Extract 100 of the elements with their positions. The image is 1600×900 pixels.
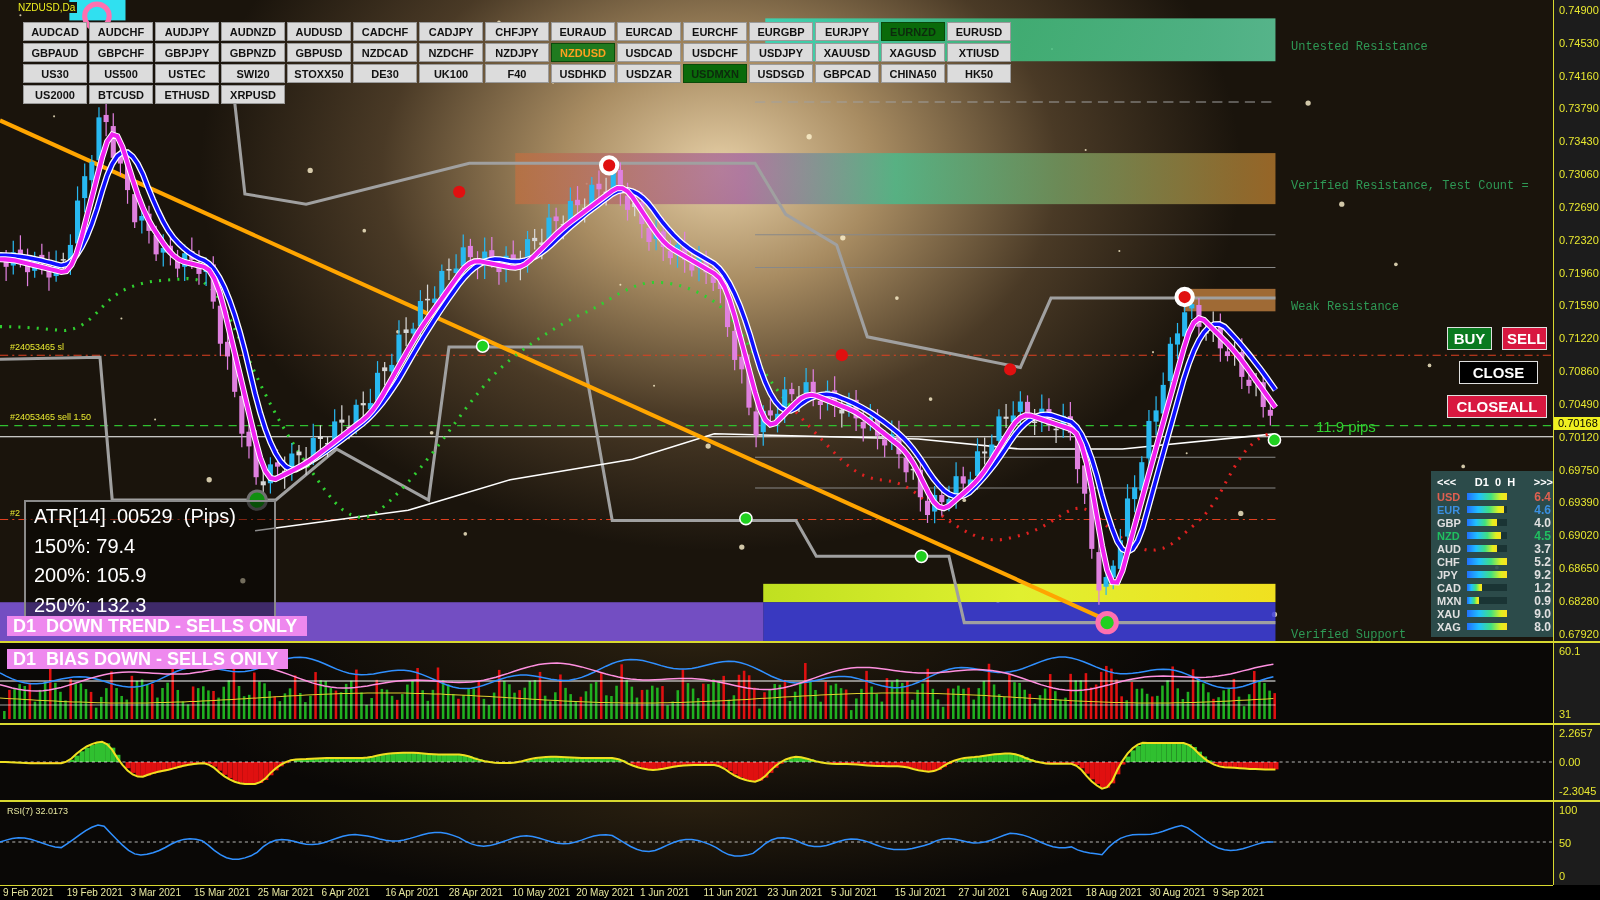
symbol-button[interactable]: DE30 [353, 64, 417, 83]
symbol-button[interactable]: AUDCAD [23, 22, 87, 41]
symbol-button[interactable]: AUDUSD [287, 22, 351, 41]
symbol-button[interactable]: EURCHF [683, 22, 747, 41]
symbol-button[interactable]: XRPUSD [221, 85, 285, 104]
sell-button[interactable]: SELL [1502, 327, 1547, 350]
symbol-button[interactable]: EURJPY [815, 22, 879, 41]
currency-label: CHF [1437, 555, 1461, 568]
symbol-button[interactable]: US30 [23, 64, 87, 83]
symbol-button[interactable]: USDHKD [551, 64, 615, 83]
swing-high-marker [1174, 286, 1195, 308]
symbol-button[interactable]: AUDNZD [221, 22, 285, 41]
close-all-button[interactable]: CLOSEALL [1447, 395, 1547, 418]
symbol-button[interactable]: GBPAUD [23, 43, 87, 62]
strength-value: 3.7 [1534, 541, 1552, 556]
atr-text: 200%: 105.9 [34, 563, 148, 588]
symbol-button[interactable]: AUDCHF [89, 22, 153, 41]
symbol-button[interactable]: NZDJPY [485, 43, 549, 62]
price-label: 0.71220 [1558, 332, 1600, 346]
strength-value: 4.5 [1534, 528, 1552, 543]
symbol-button[interactable]: F40 [485, 64, 549, 83]
next-arrow[interactable]: >>> [1533, 476, 1553, 488]
previous-arrow[interactable]: <<< [1437, 476, 1457, 488]
axis-label: 0.00 [1558, 756, 1582, 769]
price-label: 0.69750 [1558, 463, 1600, 477]
symbol-button[interactable]: BTCUSD [89, 85, 153, 104]
price-label: 0.72320 [1558, 233, 1600, 247]
currency-label: USD [1437, 490, 1462, 503]
symbol-button[interactable]: USDSGD [749, 64, 813, 83]
close-button[interactable]: CLOSE [1459, 361, 1538, 384]
symbol-button[interactable]: USDJPY [749, 43, 813, 62]
fractal-dot [453, 185, 466, 198]
currency-label: NZD [1437, 529, 1461, 542]
price-label: 0.74530 [1558, 36, 1600, 50]
trade-line-label: #24053465 sell 1.50 [10, 412, 92, 422]
price-label: 0.71960 [1558, 266, 1600, 280]
symbol-button[interactable]: GBPCAD [815, 64, 879, 83]
trade-line-label: #24053465 sl [10, 342, 65, 352]
symbol-button[interactable]: USDZAR [617, 64, 681, 83]
date-label: 18 Aug 2021 [1084, 886, 1143, 900]
symbol-button[interactable]: EURGBP [749, 22, 813, 41]
date-label: 23 Jun 2021 [766, 886, 824, 900]
symbol-button[interactable]: GBPJPY [155, 43, 219, 62]
symbol-button[interactable]: AUDJPY [155, 22, 219, 41]
symbol-button[interactable]: CHFJPY [485, 22, 549, 41]
price-label: 0.73060 [1558, 168, 1600, 182]
symbol-button[interactable]: STOXX50 [287, 64, 351, 83]
date-label: 1 Jun 2021 [638, 886, 691, 900]
symbol-button[interactable]: EURUSD [947, 22, 1011, 41]
atr-text: ATR[14] .00529 (Pips) [34, 504, 237, 529]
trend-banner: D1 DOWN TREND - SELLS ONLY [7, 616, 308, 636]
axis-label: 60.1 [1558, 645, 1582, 658]
symbol-button[interactable]: USDCAD [617, 43, 681, 62]
symbol-button[interactable]: USTEC [155, 64, 219, 83]
symbol-button[interactable]: GBPCHF [89, 43, 153, 62]
atr-text: 250%: 132.3 [34, 592, 148, 618]
date-label: 25 Mar 2021 [256, 886, 315, 900]
axis-label: 2.2657 [1558, 727, 1594, 740]
symbol-button[interactable]: NZDCAD [353, 43, 417, 62]
date-label: 16 Apr 2021 [384, 886, 441, 900]
trade-line-label: #2 [10, 508, 20, 518]
symbol-button[interactable]: NZDCHF [419, 43, 483, 62]
symbol-button[interactable]: SWI20 [221, 64, 285, 83]
price-label: 0.70490 [1558, 397, 1600, 411]
currency-label: XAG [1437, 620, 1462, 633]
symbol-button[interactable]: ETHUSD [155, 85, 219, 104]
symbol-button[interactable]: XAUUSD [815, 43, 879, 62]
symbol-button[interactable]: XTIUSD [947, 43, 1011, 62]
date-label: 10 May 2021 [511, 886, 572, 900]
fractal-dot [835, 349, 848, 362]
symbol-button[interactable]: USDCHF [683, 43, 747, 62]
date-label: 28 Apr 2021 [447, 886, 504, 900]
symbol-button[interactable]: XAGUSD [881, 43, 945, 62]
symbol-button[interactable]: GBPNZD [221, 43, 285, 62]
symbol-button[interactable]: HK50 [947, 64, 1011, 83]
symbol-button[interactable]: US500 [89, 64, 153, 83]
date-label: 15 Mar 2021 [193, 886, 252, 900]
currency-label: CAD [1437, 581, 1462, 594]
price-label: 0.70860 [1558, 365, 1600, 379]
pips-label: 11.9 pips [1316, 418, 1376, 435]
fractal-dot [1004, 363, 1017, 376]
atr-text: 150%: 79.4 [34, 533, 137, 559]
symbol-button[interactable]: CHINA50 [881, 64, 945, 83]
strength-value: 6.4 [1534, 489, 1552, 504]
symbol-button[interactable]: GBPUSD [287, 43, 351, 62]
symbol-button[interactable]: US2000 [23, 85, 87, 104]
date-label: 3 Mar 2021 [129, 886, 182, 900]
symbol-button[interactable]: EURCAD [617, 22, 681, 41]
price-label: 0.69020 [1558, 529, 1600, 543]
currency-label: GBP [1437, 516, 1462, 529]
strength-value: 4.6 [1534, 502, 1552, 517]
date-label: 19 Feb 2021 [65, 886, 124, 900]
symbol-button[interactable]: CADCHF [353, 22, 417, 41]
currency-label: XAU [1437, 607, 1462, 620]
symbol-button[interactable]: CADJPY [419, 22, 483, 41]
date-label: 9 Sep 2021 [1212, 886, 1266, 900]
symbol-button[interactable]: EURAUD [551, 22, 615, 41]
price-label: 0.74900 [1558, 4, 1600, 17]
symbol-button[interactable]: UK100 [419, 64, 483, 83]
buy-button[interactable]: BUY [1447, 327, 1492, 350]
